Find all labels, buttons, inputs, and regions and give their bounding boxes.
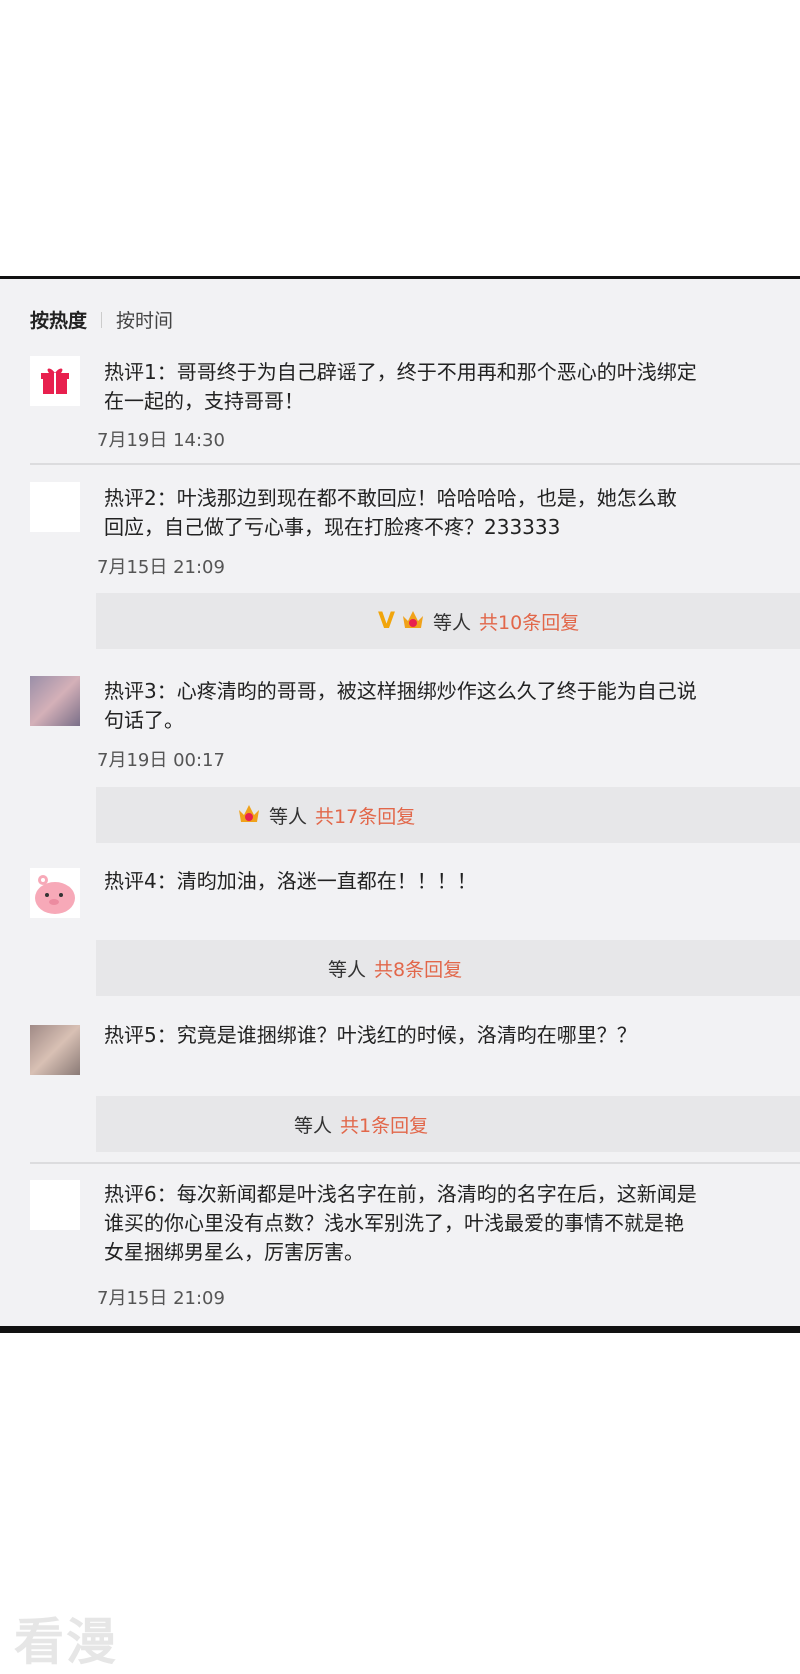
reply-count-link[interactable]: 共17条回复: [315, 802, 415, 829]
avatar[interactable]: [30, 482, 80, 532]
avatar[interactable]: [30, 1025, 80, 1075]
comment-text: 热评3：心疼清昀的哥哥，被这样捆绑炒作这么久了终于能为自己说 句话了。: [104, 679, 697, 732]
avatar[interactable]: [30, 356, 80, 406]
comment-time: 7月15日 21:09: [97, 1288, 225, 1309]
sort-tabs: 按热度 按时间: [30, 306, 173, 333]
comment-text: 热评2：叶浅那边到现在都不敢回应！哈哈哈哈，也是，她怎么敢 回应，自己做了亏心事…: [104, 486, 677, 539]
reply-count-link[interactable]: 共1条回复: [340, 1111, 428, 1138]
comment-text: 热评5：究竟是谁捆绑谁？叶浅红的时候，洛清昀在哪里？？: [104, 1023, 637, 1047]
avatar[interactable]: [30, 1180, 80, 1230]
crown-avatar-icon: [401, 608, 425, 635]
tab-separator: [101, 311, 103, 328]
comment-time: 7月15日 21:09: [97, 557, 225, 578]
tab-sort-time[interactable]: 按时间: [116, 306, 173, 333]
tab-sort-hot[interactable]: 按热度: [30, 306, 87, 333]
reply-summary[interactable]: V 等人 共10条回复: [96, 593, 800, 649]
comment-divider: [30, 1162, 800, 1164]
crown-avatar-icon: [237, 802, 261, 829]
bottom-border: [0, 1326, 800, 1333]
reply-summary[interactable]: 等人 共17条回复: [96, 787, 800, 843]
comment-text: 热评4：清昀加油，洛迷一直都在！！！！: [104, 869, 477, 893]
comment-time: 7月19日 14:30: [97, 430, 225, 451]
avatar[interactable]: [30, 676, 80, 726]
verified-v-icon: V: [378, 608, 396, 634]
pig-avatar-icon: [30, 868, 80, 918]
reply-users: 等人: [269, 805, 308, 828]
reply-users: 等人: [433, 611, 472, 634]
reply-count-link[interactable]: 共8条回复: [374, 955, 462, 982]
comment-text: 热评6：每次新闻都是叶浅名字在前，洛清昀的名字在后，这新闻是 谁买的你心里没有点…: [104, 1182, 697, 1264]
comment-time: 7月19日 00:17: [97, 750, 225, 771]
comment-text: 热评1：哥哥终于为自己辟谣了，终于不用再和那个恶心的叶浅绑定 在一起的，支持哥哥…: [104, 360, 697, 413]
reply-summary[interactable]: 等人 共8条回复: [96, 940, 800, 996]
gift-icon: [30, 356, 80, 406]
reply-summary[interactable]: 等人 共1条回复: [96, 1096, 800, 1152]
comment-divider: [30, 463, 800, 465]
reply-users: 等人: [328, 958, 367, 981]
avatar[interactable]: [30, 868, 80, 918]
reply-users: 等人: [294, 1114, 333, 1137]
reply-count-link[interactable]: 共10条回复: [479, 608, 579, 635]
watermark-logo: 看漫: [14, 1613, 118, 1671]
